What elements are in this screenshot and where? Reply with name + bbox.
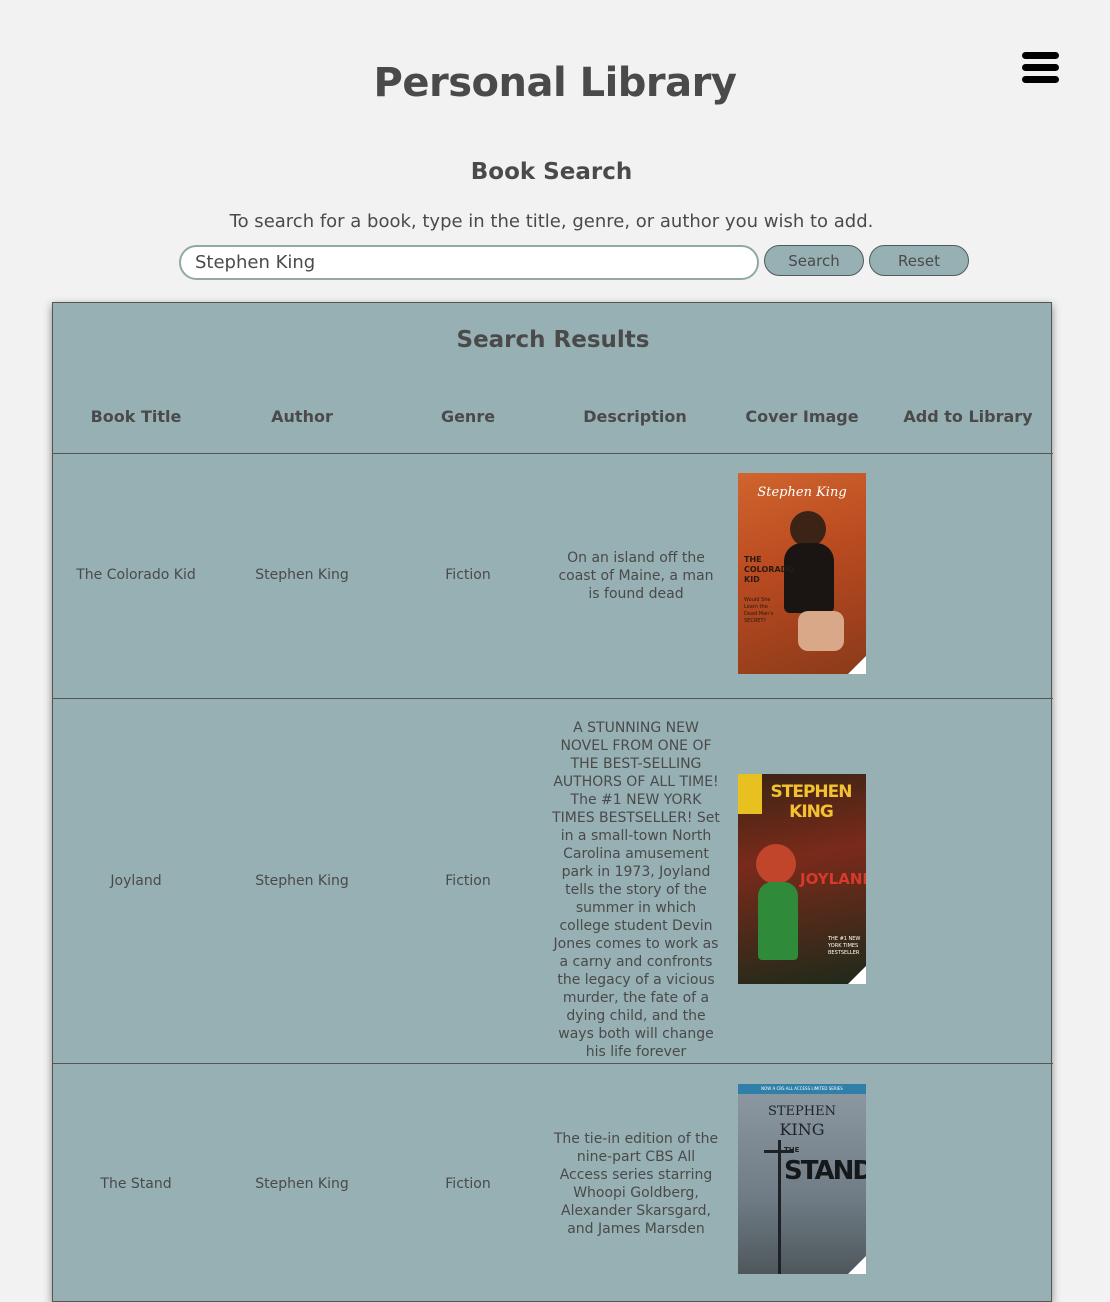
author-cell: Stephen King xyxy=(255,873,349,889)
cover-figure-legs xyxy=(798,611,844,651)
cover-figure-head xyxy=(790,511,826,547)
menu-bar xyxy=(1022,52,1059,59)
search-instructions: To search for a book, type in the title,… xyxy=(229,211,874,232)
cover-author-last: KING xyxy=(779,1120,825,1139)
cover-pole xyxy=(778,1140,781,1274)
header-divider xyxy=(53,453,1053,454)
book-title-cell: The Colorado Kid xyxy=(76,567,196,583)
column-header-book-title: Book Title xyxy=(90,407,182,426)
cover-title: THE COLORADO KID xyxy=(744,555,795,584)
column-header-author: Author xyxy=(271,407,333,426)
row-divider xyxy=(53,698,1053,699)
cover-figure-dress xyxy=(758,882,798,960)
page-curl-icon xyxy=(848,1256,866,1274)
cover-image-joyland: STEPHEN KING JOYLAND THE #1 NEW YORK TIM… xyxy=(738,774,866,984)
results-title: Search Results xyxy=(456,327,650,353)
book-title-cell: The Stand xyxy=(100,1176,172,1192)
cover-figure-hair xyxy=(756,844,796,884)
cover-badge: THE #1 NEW YORK TIMES BESTSELLER xyxy=(828,936,861,956)
page-curl-icon xyxy=(848,656,866,674)
book-title-cell: Joyland xyxy=(110,873,162,889)
author-cell: Stephen King xyxy=(255,1176,349,1192)
page-curl-icon xyxy=(848,966,866,984)
cover-author: Stephen King xyxy=(757,485,847,500)
cover-title-small: THE xyxy=(784,1146,800,1154)
author-cell: Stephen King xyxy=(255,567,349,583)
genre-cell: Fiction xyxy=(445,567,491,583)
search-button[interactable]: Search xyxy=(764,245,864,276)
cover-image-the-stand: NOW A CBS ALL ACCESS LIMITED SERIES STEP… xyxy=(738,1084,866,1274)
book-search-heading: Book Search xyxy=(470,159,633,185)
search-results-table: Search Results Book Title Author Genre D… xyxy=(52,302,1053,1302)
row-divider xyxy=(53,1063,1053,1064)
column-header-description: Description xyxy=(583,407,687,426)
reset-button[interactable]: Reset xyxy=(869,245,969,276)
description-cell: On an island off the coast of Maine, a m… xyxy=(558,550,714,602)
genre-cell: Fiction xyxy=(445,873,491,889)
column-header-add-to-library: Add to Library xyxy=(903,407,1033,426)
cover-figure-dress xyxy=(784,543,834,613)
search-input[interactable] xyxy=(179,245,759,280)
column-header-genre: Genre xyxy=(440,407,496,426)
cover-banner: NOW A CBS ALL ACCESS LIMITED SERIES xyxy=(761,1086,843,1091)
cover-author-first: STEPHEN xyxy=(767,1104,836,1119)
cover-author: STEPHEN KING xyxy=(770,782,853,822)
cover-title: JOYLAND xyxy=(800,870,866,888)
cover-title: STAND xyxy=(784,1156,866,1186)
genre-cell: Fiction xyxy=(445,1176,491,1192)
page-title: Personal Library xyxy=(373,60,737,106)
cover-tagline: Would She Learn the Dead Man's SECRET? xyxy=(744,597,774,624)
column-header-cover-image: Cover Image xyxy=(745,407,859,426)
description-cell: The tie-in edition of the nine-part CBS … xyxy=(553,1131,719,1237)
cover-image-colorado-kid: Stephen King THE COLORADO KID Would She … xyxy=(738,473,866,674)
description-cell: A STUNNING NEW NOVEL FROM ONE OF THE BES… xyxy=(552,720,720,1060)
